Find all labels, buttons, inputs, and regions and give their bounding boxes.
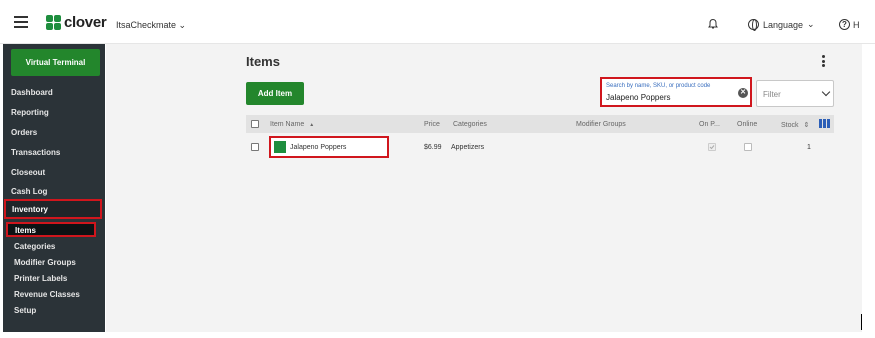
clear-search-icon[interactable]: ✕ xyxy=(738,88,748,98)
globe-icon xyxy=(748,19,759,31)
column-price[interactable]: Price xyxy=(424,121,440,128)
sidebar-subitem-modifier-groups[interactable]: Modifier Groups xyxy=(14,258,76,267)
sidebar-item-dashboard[interactable]: Dashboard xyxy=(11,88,53,97)
page-title: Items xyxy=(246,54,280,69)
top-bar: clover ItsaCheckmate ⌄ Language ⌄ ? H xyxy=(0,0,875,44)
sidebar-item-reporting[interactable]: Reporting xyxy=(11,108,49,117)
select-all-checkbox[interactable] xyxy=(251,120,259,128)
on-pos-checkbox xyxy=(708,143,716,151)
sort-icon: ⇕ xyxy=(803,122,810,129)
help-link[interactable]: ? H xyxy=(839,19,860,30)
item-categories: Appetizers xyxy=(451,144,485,151)
main-content: Items Add Item Search by name, SKU, or p… xyxy=(106,44,862,332)
add-item-button[interactable]: Add Item xyxy=(246,82,304,105)
clover-logo[interactable]: clover xyxy=(46,14,107,31)
sidebar-subitem-items-label: Items xyxy=(15,226,36,235)
column-item-name[interactable]: Item Name ▲ xyxy=(270,121,314,128)
item-stock: 1 xyxy=(807,144,811,151)
sidebar-item-orders[interactable]: Orders xyxy=(11,128,37,137)
item-name-cell[interactable]: Jalapeno Poppers xyxy=(269,136,389,158)
sidebar-item-inventory[interactable]: Inventory xyxy=(4,199,102,219)
item-name: Jalapeno Poppers xyxy=(290,144,347,151)
online-checkbox[interactable] xyxy=(744,143,752,151)
column-categories[interactable]: Categories xyxy=(453,121,487,128)
column-item-name-label: Item Name xyxy=(270,121,305,128)
sidebar-item-inventory-label: Inventory xyxy=(12,205,49,214)
column-online[interactable]: Online xyxy=(737,121,757,128)
text-cursor xyxy=(861,314,862,330)
sidebar: Virtual Terminal Dashboard Reporting Ord… xyxy=(3,44,105,332)
more-options-icon[interactable] xyxy=(822,55,826,67)
merchant-selector[interactable]: ItsaCheckmate ⌄ xyxy=(116,20,186,31)
sidebar-subitem-setup[interactable]: Setup xyxy=(14,306,36,315)
filter-label: Filter xyxy=(763,90,781,99)
sidebar-subitem-revenue-classes[interactable]: Revenue Classes xyxy=(14,290,80,299)
column-modifier-groups[interactable]: Modifier Groups xyxy=(576,121,626,128)
chevron-down-icon: ⌄ xyxy=(178,20,187,30)
help-icon: ? xyxy=(839,19,850,30)
columns-icon[interactable] xyxy=(819,119,830,128)
help-label: H xyxy=(853,19,860,30)
sort-asc-icon: ▲ xyxy=(309,122,315,128)
language-selector[interactable]: Language ⌄ xyxy=(748,19,815,31)
language-label: Language xyxy=(763,19,804,30)
sidebar-subitem-items[interactable]: Items xyxy=(6,222,96,237)
menu-icon[interactable] xyxy=(14,16,28,28)
virtual-terminal-button[interactable]: Virtual Terminal xyxy=(11,49,100,76)
filter-dropdown[interactable]: Filter xyxy=(756,80,834,107)
sidebar-item-closeout[interactable]: Closeout xyxy=(11,168,45,177)
item-color-swatch xyxy=(274,141,286,153)
sidebar-item-cash-log[interactable]: Cash Log xyxy=(11,187,47,196)
column-on-pos[interactable]: On P... xyxy=(699,121,720,128)
merchant-name: ItsaCheckmate xyxy=(116,20,177,30)
sidebar-item-transactions[interactable]: Transactions xyxy=(11,148,60,157)
chevron-down-icon xyxy=(821,87,831,97)
chevron-down-icon: ⌄ xyxy=(807,19,815,29)
row-checkbox[interactable] xyxy=(251,143,259,151)
column-stock-label: Stock xyxy=(781,122,799,129)
search-value: Jalapeno Poppers xyxy=(606,93,671,102)
table-row[interactable]: Jalapeno Poppers $6.99 Appetizers 1 xyxy=(246,134,834,160)
sidebar-subitem-printer-labels[interactable]: Printer Labels xyxy=(14,274,67,283)
sidebar-subitem-categories[interactable]: Categories xyxy=(14,242,55,251)
item-price: $6.99 xyxy=(424,144,442,151)
clover-leaf-icon xyxy=(46,14,62,31)
table-header: Item Name ▲ Price Categories Modifier Gr… xyxy=(246,115,834,133)
logo-text: clover xyxy=(64,14,107,31)
search-placeholder: Search by name, SKU, or product code xyxy=(606,83,711,89)
search-input[interactable]: Search by name, SKU, or product code Jal… xyxy=(600,77,752,107)
bell-icon[interactable] xyxy=(707,18,719,30)
column-stock[interactable]: Stock ⇕ xyxy=(781,121,809,129)
